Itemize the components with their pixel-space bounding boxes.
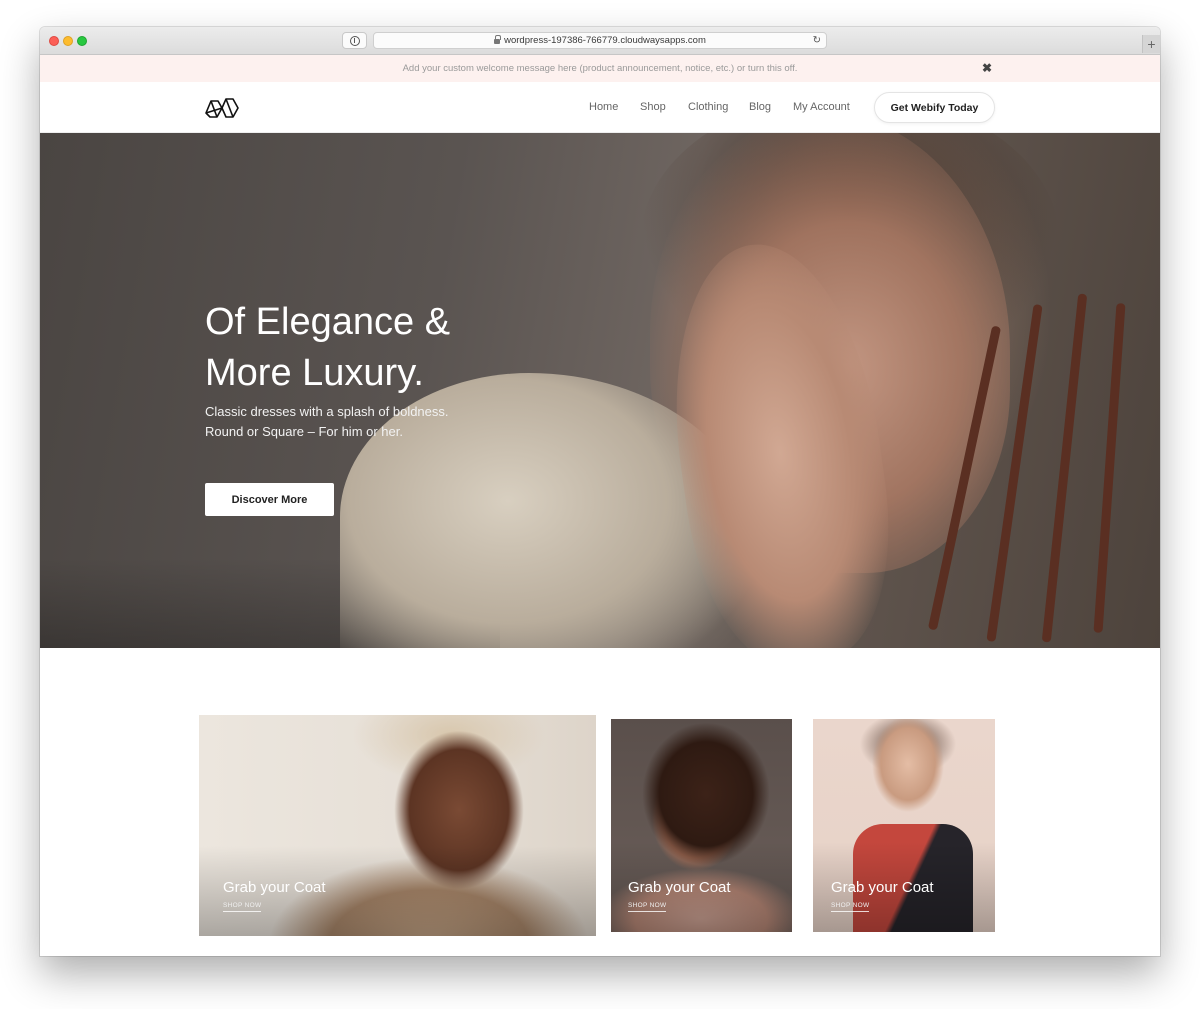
close-announcement-icon[interactable]: ✖ bbox=[982, 61, 992, 75]
announcement-bar: Add your custom welcome message here (pr… bbox=[40, 55, 1160, 82]
nav-home[interactable]: Home bbox=[589, 101, 618, 113]
shop-now-link[interactable]: SHOP NOW bbox=[223, 902, 262, 912]
nav-shop[interactable]: Shop bbox=[640, 101, 666, 113]
discover-more-button[interactable]: Discover More bbox=[205, 483, 334, 516]
address-bar[interactable]: wordpress-197386-766779.cloudwaysapps.co… bbox=[373, 32, 827, 49]
nav-clothing[interactable]: Clothing bbox=[688, 101, 728, 113]
promo-card-title: Grab your Coat bbox=[628, 879, 731, 896]
site-logo[interactable] bbox=[205, 95, 239, 119]
hero-subtitle: Classic dresses with a splash of boldnes… bbox=[205, 404, 449, 439]
promo-card-title: Grab your Coat bbox=[831, 879, 934, 896]
announcement-text: Add your custom welcome message here (pr… bbox=[402, 63, 798, 74]
hero-title: Of Elegance & More Luxury. bbox=[205, 301, 451, 394]
site-header: Home Shop Clothing Blog My Account Get W… bbox=[40, 82, 1160, 133]
shield-icon bbox=[349, 35, 360, 46]
reload-icon[interactable]: ↻ bbox=[813, 35, 821, 46]
browser-toolbar: wordpress-197386-766779.cloudwaysapps.co… bbox=[40, 27, 1160, 55]
nav-blog[interactable]: Blog bbox=[749, 101, 771, 113]
lock-icon bbox=[494, 35, 502, 44]
close-window-icon[interactable] bbox=[49, 36, 59, 46]
shop-now-link[interactable]: SHOP NOW bbox=[831, 902, 870, 912]
hero-photo-chair bbox=[860, 283, 1160, 648]
hero-banner: Of Elegance & More Luxury. Classic dress… bbox=[40, 133, 1160, 648]
promo-card[interactable]: Grab your Coat SHOP NOW bbox=[611, 719, 792, 932]
promo-card[interactable]: Grab your Coat SHOP NOW bbox=[199, 715, 596, 936]
promo-card[interactable]: Grab your Coat SHOP NOW bbox=[813, 719, 995, 932]
url-text: wordpress-197386-766779.cloudwaysapps.co… bbox=[504, 35, 706, 46]
privacy-report-button[interactable] bbox=[342, 32, 367, 49]
browser-window: wordpress-197386-766779.cloudwaysapps.co… bbox=[40, 27, 1160, 956]
minimize-window-icon[interactable] bbox=[63, 36, 73, 46]
nav-my-account[interactable]: My Account bbox=[793, 101, 850, 113]
zoom-window-icon[interactable] bbox=[77, 36, 87, 46]
shop-now-link[interactable]: SHOP NOW bbox=[628, 902, 667, 912]
get-webify-button[interactable]: Get Webify Today bbox=[874, 92, 995, 123]
new-tab-button[interactable]: + bbox=[1142, 35, 1160, 53]
promo-card-title: Grab your Coat bbox=[223, 879, 326, 896]
